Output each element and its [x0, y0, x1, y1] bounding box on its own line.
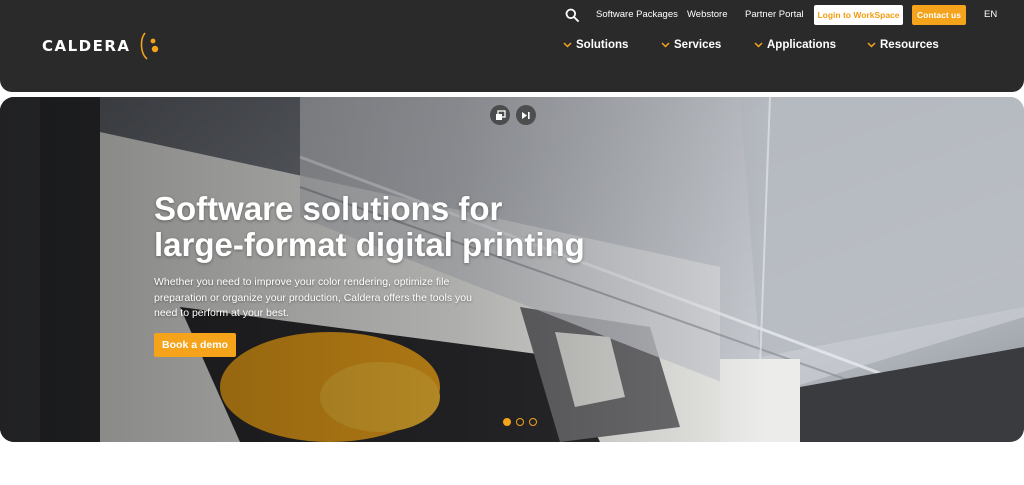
slide-dot-2[interactable] — [516, 418, 524, 426]
logo-flame-icon — [140, 32, 158, 60]
hero-overlay — [0, 97, 1024, 442]
language-selector[interactable]: EN — [984, 9, 997, 20]
nav-services[interactable]: Services — [661, 39, 721, 51]
utility-bar: Software Packages Webstore Partner Porta… — [0, 0, 1024, 30]
slide-dot-1[interactable] — [503, 418, 511, 426]
contact-us-button[interactable]: Contact us — [912, 5, 966, 25]
chevron-down-icon — [867, 42, 876, 48]
slide-dot-3[interactable] — [529, 418, 537, 426]
nav-label: Resources — [880, 39, 939, 51]
chevron-down-icon — [563, 42, 572, 48]
chevron-down-icon — [661, 42, 670, 48]
nav-label: Solutions — [576, 39, 629, 51]
webstore-link[interactable]: Webstore — [687, 9, 727, 20]
chevron-down-icon — [754, 42, 763, 48]
search-icon[interactable] — [565, 8, 579, 22]
login-workspace-button[interactable]: Login to WorkSpace — [814, 5, 903, 25]
hero-title: Software solutions for large-format digi… — [154, 191, 674, 263]
site-header: CALDERA Software Packages Webstore Partn… — [0, 0, 1024, 92]
picture-in-picture-icon[interactable] — [490, 105, 510, 125]
nav-solutions[interactable]: Solutions — [563, 39, 628, 51]
slide-indicators — [503, 418, 537, 426]
hero-subtitle: Whether you need to improve your color r… — [154, 276, 472, 319]
video-controls — [490, 105, 536, 125]
partner-portal-link[interactable]: Partner Portal — [745, 9, 804, 20]
caldera-logo[interactable]: CALDERA — [42, 30, 161, 62]
book-demo-button[interactable]: Book a demo — [154, 333, 236, 357]
logo-wordmark: CALDERA — [42, 37, 131, 55]
nav-label: Services — [674, 39, 722, 51]
hero-title-line1: Software solutions for — [154, 190, 503, 227]
hero-title-line2: large-format digital printing — [154, 226, 585, 263]
nav-label: Applications — [767, 39, 837, 51]
hero-banner: Software solutions for large-format digi… — [0, 97, 1024, 442]
nav-resources[interactable]: Resources — [867, 39, 939, 51]
skip-forward-icon[interactable] — [516, 105, 536, 125]
software-packages-link[interactable]: Software Packages — [596, 9, 678, 20]
nav-applications[interactable]: Applications — [754, 39, 836, 51]
